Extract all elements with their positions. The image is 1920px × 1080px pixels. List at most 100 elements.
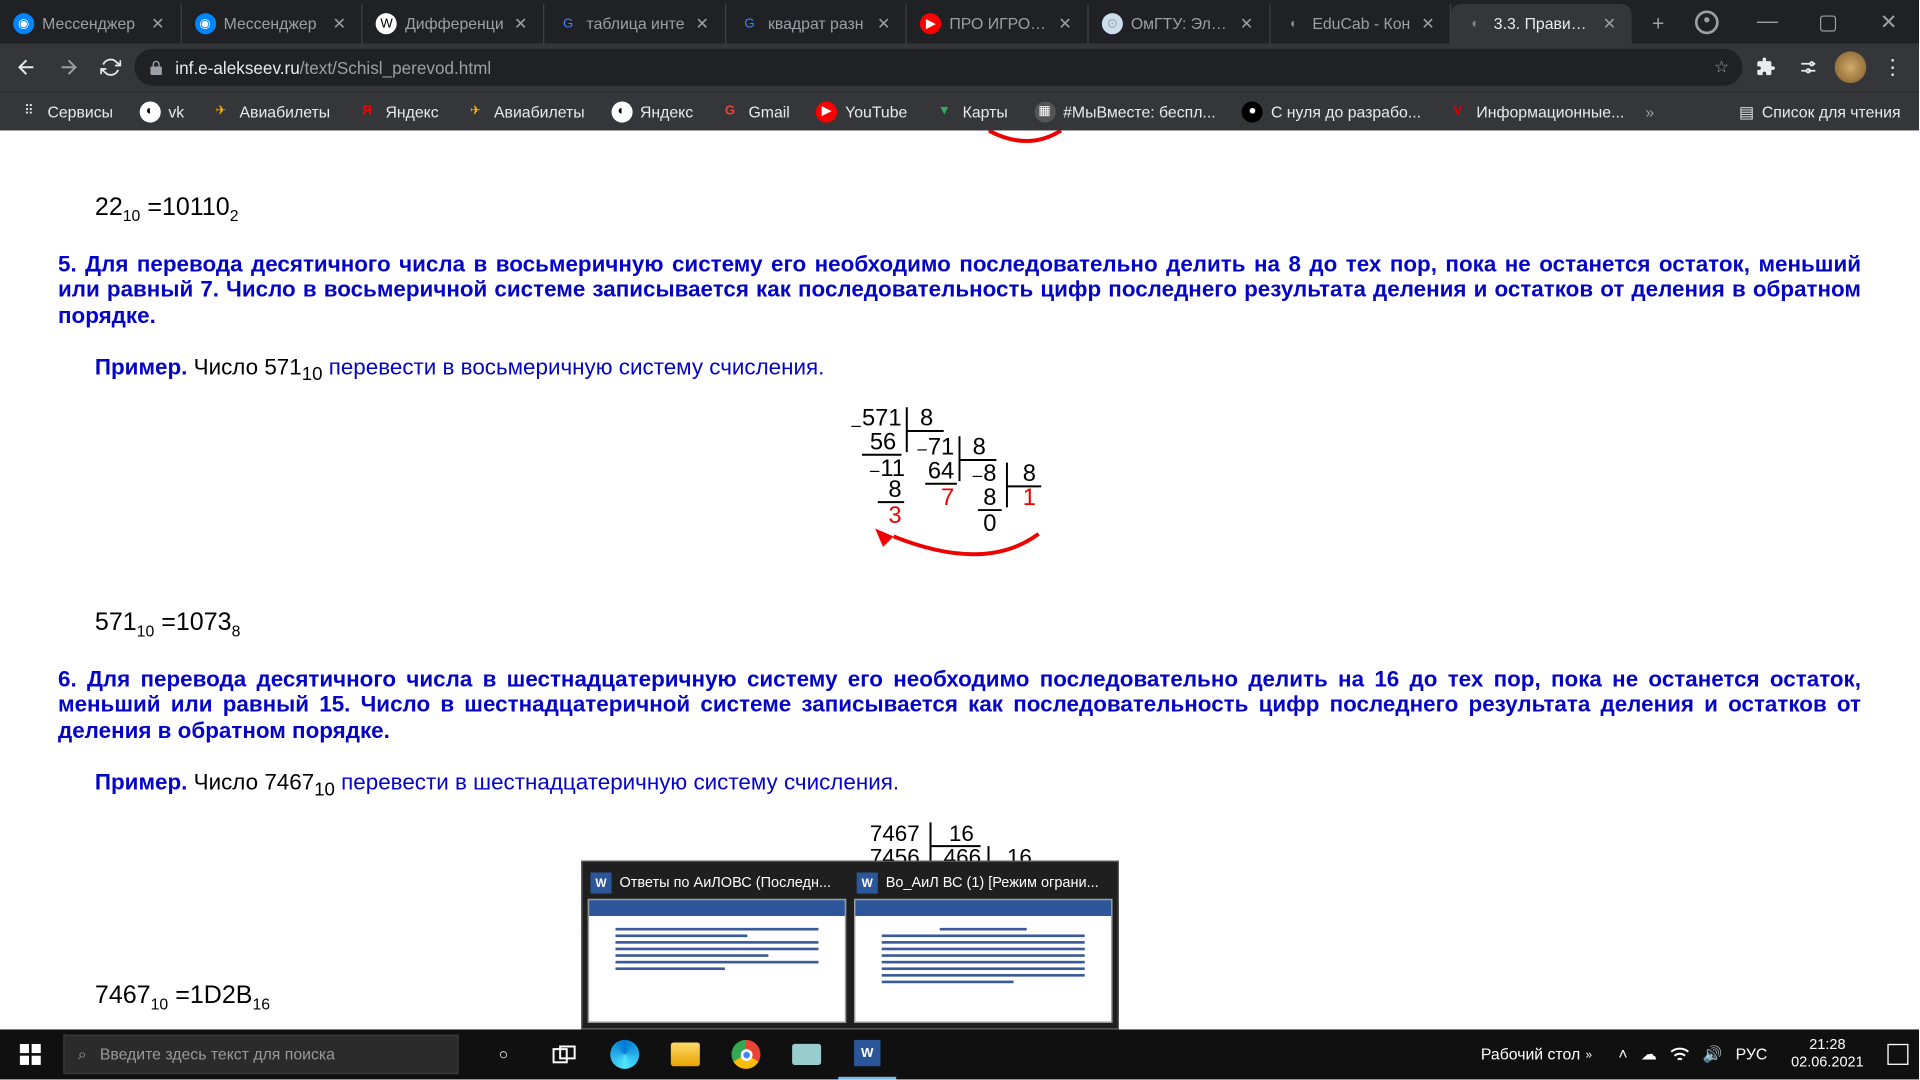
- svg-text:7467: 7467: [870, 820, 920, 845]
- volume-icon[interactable]: 🔊: [1703, 1045, 1723, 1063]
- close-icon[interactable]: ✕: [1240, 14, 1258, 32]
- bookmark-dev[interactable]: ●С нуля до разрабо...: [1231, 94, 1431, 128]
- mail-icon[interactable]: [778, 1029, 836, 1079]
- taskview-button[interactable]: [535, 1029, 593, 1079]
- word-preview-1[interactable]: WОтветы по АиЛОВС (Последн...: [588, 867, 846, 1023]
- reload-button[interactable]: [92, 49, 129, 86]
- profile-avatar[interactable]: [1832, 49, 1869, 86]
- bookmark-avia2[interactable]: ✈Авиабилеты: [454, 94, 595, 128]
- bookmark-vk[interactable]: ◐vk: [129, 94, 195, 128]
- page-content: 2210 =101102 5. Для перевода десятичного…: [0, 130, 1919, 1029]
- wifi-icon[interactable]: [1670, 1046, 1690, 1062]
- close-icon[interactable]: ✕: [1603, 14, 1621, 32]
- grid-icon: ⠿: [18, 101, 39, 122]
- tab-2[interactable]: WДифференци✕: [363, 4, 544, 44]
- edge-icon[interactable]: [596, 1029, 654, 1079]
- svg-text:0: 0: [983, 511, 996, 537]
- settings-toggle-icon[interactable]: [1790, 49, 1827, 86]
- maximize-button[interactable]: ▢: [1798, 0, 1859, 43]
- equation-2: 57110 =10738: [95, 609, 1861, 640]
- preview-thumbnail: [854, 899, 1112, 1023]
- dot-icon: ●: [1242, 101, 1263, 122]
- svg-text:8: 8: [973, 434, 986, 460]
- taskbar-preview-popup: WОтветы по АиЛОВС (Последн... WВо_АиЛ ВС…: [581, 861, 1119, 1030]
- word-icon[interactable]: W: [838, 1029, 896, 1079]
- star-icon[interactable]: ☆: [1714, 57, 1729, 78]
- address-bar[interactable]: inf.e-alekseev.ru/text/Schisl_perevod.ht…: [134, 49, 1742, 86]
- close-icon[interactable]: ✕: [1058, 14, 1076, 32]
- lock-icon: [148, 59, 165, 76]
- tab-7[interactable]: ◐ EduCab - Кон ✕: [1270, 4, 1451, 44]
- tab-6[interactable]: ⊙ОмГТУ: Элект✕: [1089, 4, 1270, 44]
- bookmark-label: Яндекс: [640, 102, 693, 120]
- clock[interactable]: 21:2802.06.2021: [1781, 1037, 1875, 1072]
- minimize-button[interactable]: —: [1737, 0, 1798, 43]
- forward-button[interactable]: [50, 49, 87, 86]
- tab-title: таблица инте: [587, 14, 688, 32]
- bookmark-gmail[interactable]: GGmail: [709, 94, 800, 128]
- close-icon[interactable]: ✕: [514, 14, 532, 32]
- favicon: G: [739, 13, 760, 34]
- tab-1[interactable]: ◉Мессенджер✕: [181, 4, 362, 44]
- svg-text:64: 64: [928, 458, 954, 484]
- favicon: W: [376, 13, 397, 34]
- tab-0[interactable]: ◉Мессенджер✕: [0, 4, 181, 44]
- close-icon[interactable]: ✕: [151, 14, 169, 32]
- bookmark-label: vk: [168, 102, 184, 120]
- cortana-button[interactable]: ○: [474, 1029, 532, 1079]
- bookmark-myvmeste[interactable]: ▦#МыВместе: беспл...: [1024, 94, 1227, 128]
- apps-button[interactable]: ⠿Сервисы: [8, 94, 124, 128]
- bookmark-avia1[interactable]: ✈Авиабилеты: [200, 94, 341, 128]
- tab-title: ОмГТУ: Элект: [1131, 14, 1232, 32]
- bookmark-yandex1[interactable]: ЯЯндекс: [346, 94, 449, 128]
- svg-text:56: 56: [870, 429, 896, 455]
- tray-chevron-icon[interactable]: ˄: [1618, 1045, 1627, 1063]
- reading-list-button[interactable]: ▤Список для чтения: [1728, 102, 1911, 120]
- favicon: ▶: [920, 13, 941, 34]
- tab-5[interactable]: ▶ПРО ИГРОК Н✕: [907, 4, 1088, 44]
- back-button[interactable]: [8, 49, 45, 86]
- window-controls: — ▢ ✕: [1676, 0, 1919, 43]
- extensions-button[interactable]: [1748, 49, 1785, 86]
- language-indicator[interactable]: РУС: [1736, 1045, 1768, 1063]
- tab-strip: ◉Мессенджер✕ ◉Мессенджер✕ WДифференци✕ G…: [0, 0, 1676, 43]
- tab-3[interactable]: Gтаблица инте ✕: [544, 4, 725, 44]
- close-icon[interactable]: ✕: [695, 14, 713, 32]
- menu-button[interactable]: ⋮: [1874, 49, 1911, 86]
- close-icon[interactable]: ✕: [877, 14, 895, 32]
- list-icon: ▤: [1739, 102, 1754, 120]
- gmail-icon: G: [720, 101, 741, 122]
- favicon: G: [558, 13, 579, 34]
- new-tab-button[interactable]: +: [1640, 7, 1677, 44]
- bookmark-yandex2[interactable]: ◐Яндекс: [600, 94, 703, 128]
- preview-title: Ответы по АиЛОВС (Последн...: [619, 875, 831, 891]
- grid-icon: ▦: [1034, 101, 1055, 122]
- overflow-icon[interactable]: »: [1645, 102, 1654, 120]
- bookmark-label: Яндекс: [385, 102, 438, 120]
- svg-text:8: 8: [983, 461, 996, 487]
- tab-title: EduCab - Кон: [1312, 14, 1413, 32]
- bookmark-youtube[interactable]: ▶YouTube: [806, 94, 918, 128]
- close-button[interactable]: ✕: [1858, 0, 1919, 43]
- close-icon[interactable]: ✕: [333, 14, 351, 32]
- favicon: ◐: [1283, 13, 1304, 34]
- tab-4[interactable]: Gквадрат разн✕: [726, 4, 907, 44]
- system-tray: Рабочий стол» ˄ ☁ 🔊 РУС 21:2802.06.2021: [1468, 1037, 1919, 1072]
- taskbar-search[interactable]: ⌕Введите здесь текст для поиска: [63, 1035, 458, 1075]
- tab-8-active[interactable]: ◐3.3. Правила п✕: [1452, 4, 1632, 44]
- notifications-icon[interactable]: [1887, 1044, 1908, 1065]
- youtube-icon: ▶: [816, 101, 837, 122]
- bookmark-info[interactable]: VИнформационные...: [1437, 94, 1635, 128]
- word-preview-2[interactable]: WВо_АиЛ ВС (1) [Режим ограни...: [854, 867, 1112, 1023]
- plane-icon: ✈: [211, 101, 232, 122]
- chrome-icon[interactable]: [717, 1029, 775, 1079]
- cloud-icon[interactable]: ☁: [1641, 1045, 1657, 1063]
- search-icon: ⌕: [78, 1045, 87, 1065]
- close-icon[interactable]: ✕: [1421, 14, 1439, 32]
- bookmark-maps[interactable]: ▼Карты: [923, 94, 1018, 128]
- start-button[interactable]: [0, 1029, 61, 1079]
- explorer-icon[interactable]: [656, 1029, 714, 1079]
- show-desktop-label[interactable]: Рабочий стол»: [1468, 1045, 1606, 1063]
- favicon: ◉: [195, 13, 216, 34]
- account-icon[interactable]: [1676, 0, 1737, 43]
